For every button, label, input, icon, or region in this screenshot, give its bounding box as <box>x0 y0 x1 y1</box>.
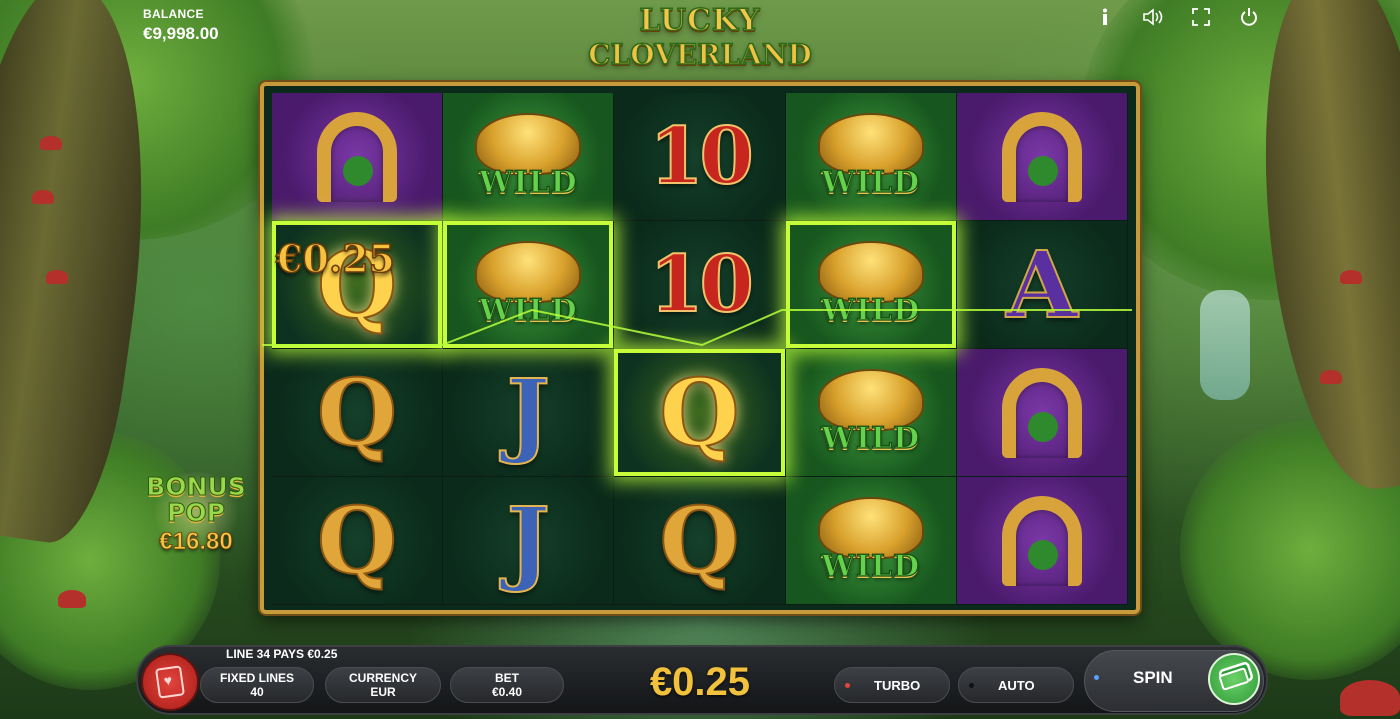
q-symbol: Q <box>316 358 398 468</box>
fixed-lines-label: FIXED LINES <box>219 671 294 685</box>
cards-icon <box>155 665 185 699</box>
power-icon[interactable] <box>1238 6 1260 28</box>
horseshoe-symbol <box>1001 495 1082 586</box>
auto-indicator <box>969 682 974 688</box>
bet-button[interactable]: BET €0.40 <box>450 667 564 703</box>
wild-label: WILD <box>478 164 578 200</box>
spin-cash-icon[interactable] <box>1208 653 1260 705</box>
gamble-button[interactable] <box>141 653 199 711</box>
fullscreen-icon[interactable] <box>1190 6 1212 28</box>
bonus-pop-title-line2: POP <box>167 498 226 527</box>
bet-label: BET <box>495 671 519 685</box>
reel-cell-wild: WILD <box>443 93 615 221</box>
auto-label: AUTO <box>998 677 1035 693</box>
currency-value: EUR <box>370 685 396 699</box>
wild-symbol: WILD <box>817 241 924 329</box>
balance-display: BALANCE €9,998.00 <box>143 7 219 44</box>
wild-label: WILD <box>821 548 921 584</box>
j-symbol: J <box>506 358 552 468</box>
reel-cell-j: J <box>443 349 615 477</box>
balance-label: BALANCE <box>143 7 204 21</box>
j-symbol: J <box>506 486 552 596</box>
reel-cell-q: Q <box>272 349 444 477</box>
logo-line2: CLOVERLAND <box>588 37 813 72</box>
reel-cell-ten: 10 <box>614 221 786 349</box>
reel-cell-wild: WILD <box>785 477 957 605</box>
reel-cell-wild: WILD <box>785 349 957 477</box>
reel-cell-a: A <box>956 221 1128 349</box>
bet-value: €0.40 <box>491 685 523 699</box>
bonus-pop-meter: BONUS POP €16.80 <box>146 472 247 556</box>
ten-symbol: 10 <box>648 110 755 203</box>
wild-symbol: WILD <box>475 113 582 201</box>
reel-cell-ten: 10 <box>614 93 786 221</box>
reel-grid: WILD 10 WILD Q WILD 10 WILD A Q J Q WILD… <box>272 93 1128 605</box>
horseshoe-symbol <box>1001 367 1082 458</box>
reel-cell-q-winning: Q <box>614 349 786 477</box>
info-icon[interactable] <box>1094 6 1116 28</box>
wild-label: WILD <box>821 420 921 456</box>
reel-cell-q: Q <box>272 477 444 605</box>
currency-button[interactable]: CURRENCY EUR <box>325 667 441 703</box>
fixed-lines-button[interactable]: FIXED LINES 40 <box>200 667 314 703</box>
horseshoe-symbol <box>317 111 398 202</box>
logo-line1: LUCKY <box>639 3 761 39</box>
balance-value: €9,998.00 <box>143 24 219 43</box>
auto-toggle[interactable]: AUTO <box>958 667 1074 703</box>
sound-icon[interactable] <box>1142 6 1164 28</box>
total-win-display: €0.25 <box>649 660 751 704</box>
currency-label: CURRENCY <box>348 671 417 685</box>
turbo-label: TURBO <box>874 677 921 693</box>
bonus-pop-amount: €16.80 <box>159 528 233 556</box>
spin-label: SPIN <box>1133 668 1173 687</box>
reel-cell-horseshoe <box>956 349 1128 477</box>
game-logo: LUCKY CLOVERLAND <box>575 3 825 80</box>
wild-symbol: WILD <box>475 241 582 329</box>
q-symbol: Q <box>658 358 740 468</box>
a-symbol: A <box>1005 230 1078 340</box>
q-symbol: Q <box>658 486 740 596</box>
wild-label: WILD <box>821 292 921 328</box>
q-symbol: Q <box>316 486 398 596</box>
wild-symbol: WILD <box>817 497 924 585</box>
reel-cell-horseshoe <box>956 477 1128 605</box>
wild-symbol: WILD <box>817 369 924 457</box>
reel-cell-horseshoe <box>956 93 1128 221</box>
reel-cell-wild-winning: WILD <box>785 221 957 349</box>
bonus-pop-title-line1: BONUS <box>146 472 247 501</box>
reel-cell-wild: WILD <box>785 93 957 221</box>
ten-symbol: 10 <box>648 238 755 331</box>
fixed-lines-value: 40 <box>250 685 264 699</box>
win-amount-overlay: €0.25 <box>275 235 396 282</box>
wild-label: WILD <box>478 292 578 328</box>
wild-symbol: WILD <box>817 113 924 201</box>
top-toolbar <box>1094 6 1260 28</box>
reel-cell-q: Q <box>614 477 786 605</box>
horseshoe-symbol <box>1001 111 1082 202</box>
wild-label: WILD <box>821 164 921 200</box>
line-pays-text: LINE 34 PAYS €0.25 <box>226 647 338 661</box>
reel-cell-horseshoe <box>272 93 444 221</box>
spin-indicator <box>1094 675 1099 680</box>
turbo-indicator <box>845 682 850 688</box>
reel-cell-wild-winning: WILD <box>443 221 615 349</box>
reel-cell-j: J <box>443 477 615 605</box>
turbo-toggle[interactable]: TURBO <box>834 667 950 703</box>
